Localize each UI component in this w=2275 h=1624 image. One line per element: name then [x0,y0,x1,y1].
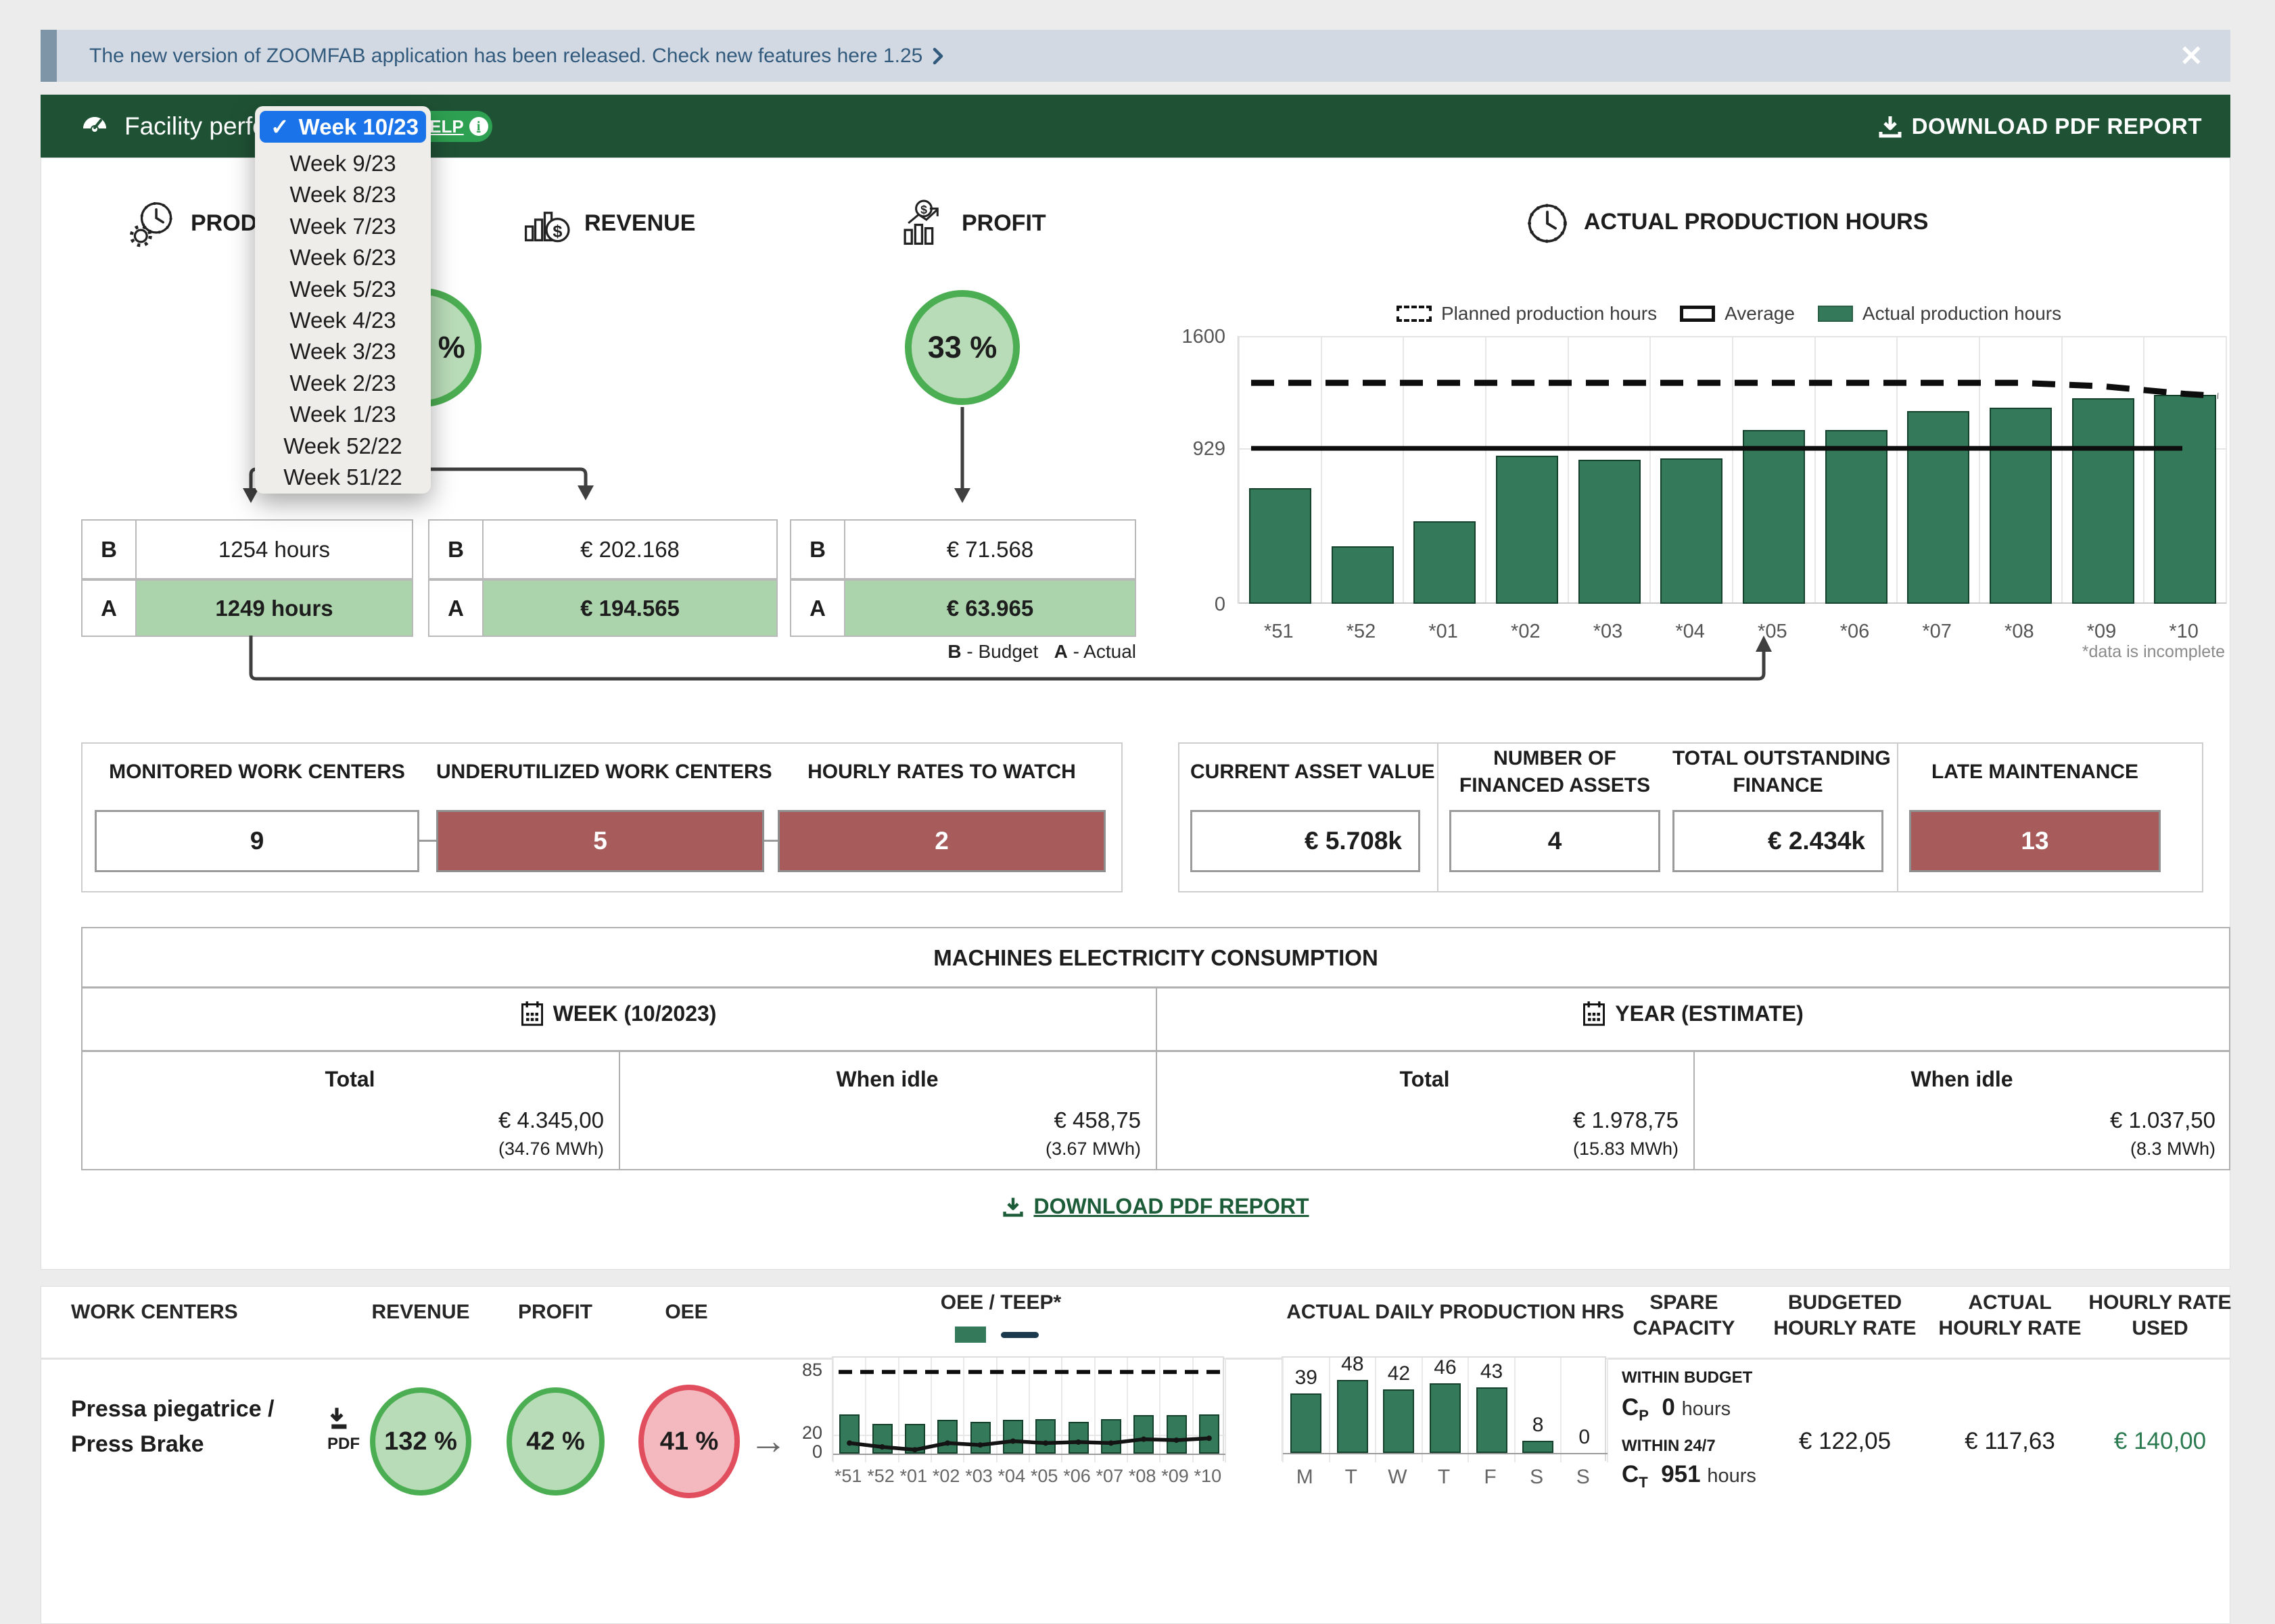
week-option[interactable]: Week 3/23 [255,336,431,367]
selected-week-label: Week 10/23 [299,114,419,140]
week-option[interactable]: Week 6/23 [255,242,431,273]
week-option-selected[interactable]: ✓ Week 10/23 [260,111,426,143]
week-option[interactable]: Week 8/23 [255,179,431,210]
week-option[interactable]: Week 2/23 [255,368,431,399]
week-option[interactable]: Week 9/23 [255,148,431,179]
profit-percent-circle: 33 % [905,290,1020,405]
week-option[interactable]: Week 51/22 [255,462,431,493]
profit-percent: 33 % [928,330,998,365]
check-icon: ✓ [271,114,289,140]
week-option[interactable]: Week 1/23 [255,399,431,430]
week-option[interactable]: Week 52/22 [255,431,431,462]
week-option[interactable]: Week 5/23 [255,274,431,305]
week-selector-dropdown[interactable]: ✓ Week 10/23 Week 9/23Week 8/23Week 7/23… [255,106,431,494]
week-option[interactable]: Week 7/23 [255,211,431,242]
week-option[interactable]: Week 4/23 [255,305,431,336]
